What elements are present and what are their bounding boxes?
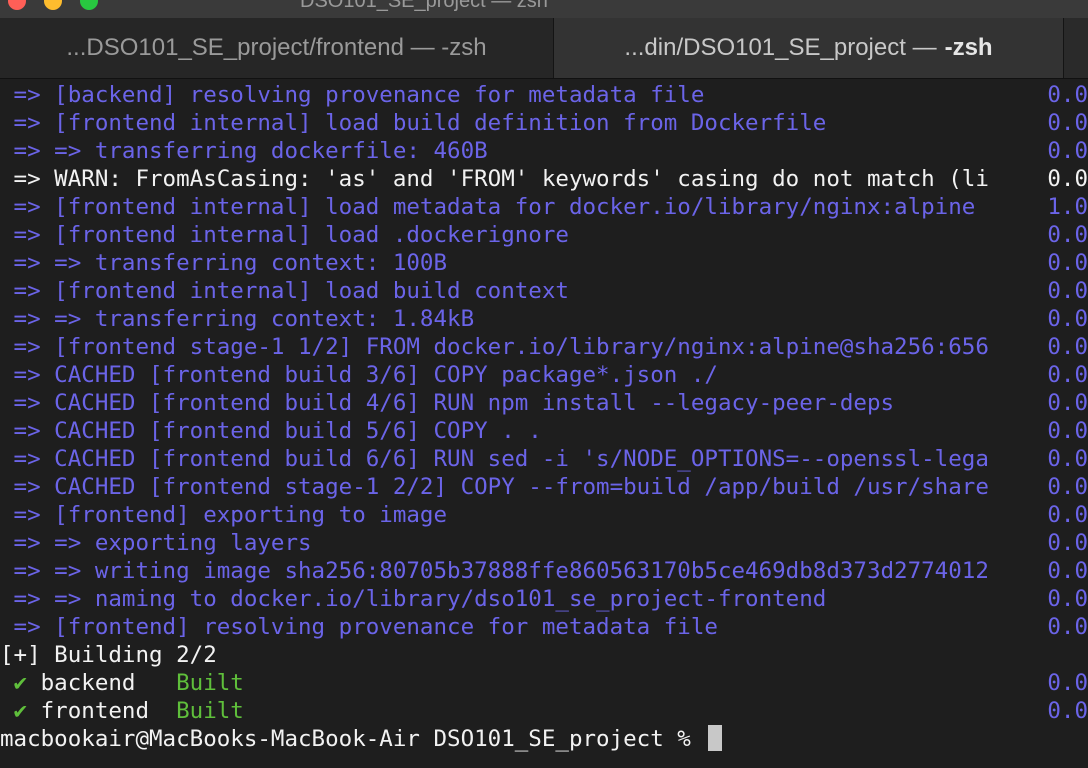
log-line-time: 0.0 bbox=[1047, 530, 1088, 556]
log-line: => [frontend] resolving provenance for m… bbox=[0, 613, 1088, 641]
log-line: => [frontend stage-1 1/2] FROM docker.io… bbox=[0, 333, 1088, 361]
log-line: => => writing image sha256:80705b37888ff… bbox=[0, 557, 1088, 585]
log-line-time: 0.0 bbox=[1047, 558, 1088, 584]
tab-bar: ...DSO101_SE_project/frontend — -zsh ...… bbox=[0, 18, 1088, 79]
log-line: => [frontend internal] load build defini… bbox=[0, 109, 1088, 137]
log-line-time: 0.0 bbox=[1047, 362, 1088, 388]
log-line-text: => => writing image sha256:80705b37888ff… bbox=[0, 558, 989, 584]
log-line-text: => CACHED [frontend build 4/6] RUN npm i… bbox=[0, 390, 895, 416]
log-line-text: => [frontend] exporting to image bbox=[0, 502, 448, 528]
log-line-text: => CACHED [frontend build 3/6] COPY pack… bbox=[0, 362, 718, 388]
log-line-time: 0.0 bbox=[1047, 586, 1088, 612]
log-line-text: => WARN: FromAsCasing: 'as' and 'FROM' k… bbox=[0, 166, 989, 192]
log-line-time: 0.0 bbox=[1047, 614, 1088, 640]
log-line-time: 0.0 bbox=[1047, 250, 1088, 276]
log-line-time: 0.0 bbox=[1047, 418, 1088, 444]
terminal-output[interactable]: => [backend] resolving provenance for me… bbox=[0, 79, 1088, 768]
tab-label: ...DSO101_SE_project/frontend — -zsh bbox=[66, 34, 487, 61]
log-line: => CACHED [frontend build 6/6] RUN sed -… bbox=[0, 445, 1088, 473]
log-line: => CACHED [frontend stage-1 2/2] COPY --… bbox=[0, 473, 1088, 501]
log-line: => CACHED [frontend build 4/6] RUN npm i… bbox=[0, 389, 1088, 417]
text-cursor bbox=[708, 725, 723, 751]
tab-label-shell: -zsh bbox=[944, 34, 993, 61]
log-line-text: => => exporting layers bbox=[0, 530, 312, 556]
log-line-text: => => transferring context: 1.84kB bbox=[0, 306, 475, 332]
log-line-time: 0.0 bbox=[1047, 334, 1088, 360]
log-line-time: 0.0 bbox=[1047, 306, 1088, 332]
warn-line: => WARN: FromAsCasing: 'as' and 'FROM' k… bbox=[0, 165, 1088, 193]
service-status-row: ✔ backend Built 0.0 bbox=[0, 669, 1088, 697]
service-status-row: ✔ frontend Built 0.0 bbox=[0, 697, 1088, 725]
log-line-text: => [frontend internal] load metadata for… bbox=[0, 194, 976, 220]
log-line: => [frontend] exporting to image 0.0 bbox=[0, 501, 1088, 529]
close-window-button[interactable] bbox=[8, 0, 26, 10]
log-line: => [frontend internal] load metadata for… bbox=[0, 193, 1088, 221]
log-line-text: => CACHED [frontend build 6/6] RUN sed -… bbox=[0, 446, 989, 472]
log-line: => => transferring context: 1.84kB 0.0 bbox=[0, 305, 1088, 333]
shell-prompt[interactable]: macbookair@MacBooks-MacBook-Air DSO101_S… bbox=[0, 725, 1088, 753]
check-icon: ✔ bbox=[13, 698, 28, 724]
new-tab-area[interactable] bbox=[1064, 18, 1088, 78]
log-line-text: => [frontend stage-1 1/2] FROM docker.io… bbox=[0, 334, 989, 360]
log-line-text: => CACHED [frontend build 5/6] COPY . . bbox=[0, 418, 542, 444]
log-line-time: 0.0 bbox=[1047, 110, 1088, 136]
log-line-text: => [frontend internal] load build defini… bbox=[0, 110, 827, 136]
log-line: => [frontend internal] load build contex… bbox=[0, 277, 1088, 305]
log-line-time: 0.0 bbox=[1047, 82, 1088, 108]
log-line-time: 0.0 bbox=[1047, 166, 1088, 192]
log-line: => [backend] resolving provenance for me… bbox=[0, 81, 1088, 109]
check-icon: ✔ bbox=[13, 670, 28, 696]
log-line-text: => [frontend] resolving provenance for m… bbox=[0, 614, 718, 640]
window-title: DSO101_SE_project — zsh bbox=[300, 0, 548, 12]
log-line-text: => [backend] resolving provenance for me… bbox=[0, 82, 705, 108]
log-line-text: => [frontend internal] load .dockerignor… bbox=[0, 222, 569, 248]
service-status: Built bbox=[176, 670, 244, 696]
log-line: => => naming to docker.io/library/dso101… bbox=[0, 585, 1088, 613]
log-line: => => transferring dockerfile: 460B 0.0 bbox=[0, 137, 1088, 165]
log-line-text: => [frontend internal] load build contex… bbox=[0, 278, 569, 304]
log-line: => => transferring context: 100B 0.0 bbox=[0, 249, 1088, 277]
minimize-window-button[interactable] bbox=[44, 0, 62, 10]
building-status-text: [+] Building 2/2 bbox=[0, 642, 217, 668]
log-line-text: => => transferring context: 100B bbox=[0, 250, 448, 276]
tab-frontend-zsh[interactable]: ...DSO101_SE_project/frontend — -zsh bbox=[0, 18, 554, 78]
title-bar: DSO101_SE_project — zsh bbox=[0, 0, 1088, 18]
log-line-text: => CACHED [frontend stage-1 2/2] COPY --… bbox=[0, 474, 989, 500]
service-time: 0.0 bbox=[1047, 698, 1088, 724]
log-line-time: 0.0 bbox=[1047, 278, 1088, 304]
log-line-time: 0.0 bbox=[1047, 222, 1088, 248]
log-line: => CACHED [frontend build 5/6] COPY . . 0… bbox=[0, 417, 1088, 445]
building-status: [+] Building 2/2 bbox=[0, 641, 1088, 669]
service-time: 0.0 bbox=[1047, 670, 1088, 696]
log-line-text: => => transferring dockerfile: 460B bbox=[0, 138, 488, 164]
service-name: backend bbox=[40, 670, 150, 696]
log-line-time: 1.0 bbox=[1047, 194, 1088, 220]
service-status: Built bbox=[176, 698, 244, 724]
prompt-text: macbookair@MacBooks-MacBook-Air DSO101_S… bbox=[0, 726, 705, 752]
log-line: => CACHED [frontend build 3/6] COPY pack… bbox=[0, 361, 1088, 389]
log-line-time: 0.0 bbox=[1047, 138, 1088, 164]
log-line: => => exporting layers 0.0 bbox=[0, 529, 1088, 557]
tab-label-prefix: ...din/DSO101_SE_project — bbox=[624, 34, 937, 61]
zoom-window-button[interactable] bbox=[80, 0, 98, 10]
log-line-time: 0.0 bbox=[1047, 474, 1088, 500]
log-line-text: => => naming to docker.io/library/dso101… bbox=[0, 586, 827, 612]
log-line-time: 0.0 bbox=[1047, 446, 1088, 472]
tab-project-zsh[interactable]: ...din/DSO101_SE_project — -zsh bbox=[554, 18, 1064, 78]
log-line-time: 0.0 bbox=[1047, 390, 1088, 416]
log-line: => [frontend internal] load .dockerignor… bbox=[0, 221, 1088, 249]
log-line-time: 0.0 bbox=[1047, 502, 1088, 528]
service-name: frontend bbox=[40, 698, 150, 724]
